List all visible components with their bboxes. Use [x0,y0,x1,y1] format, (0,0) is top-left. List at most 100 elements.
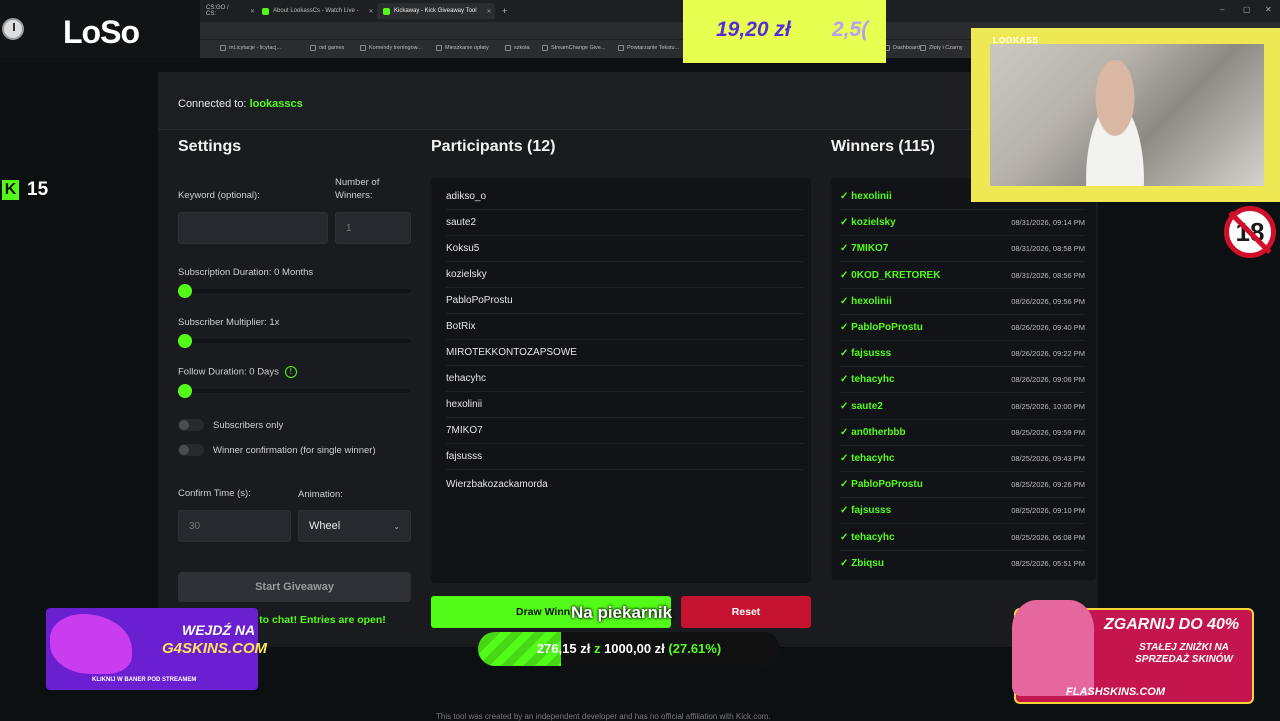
winner-row: ✓ PabloPoProstu 08/25/2026, 09:26 PM [840,472,1085,499]
subscriber-multiplier-label: Subscriber Multiplier: 1x [178,317,280,328]
winners-title: Winners (115) [831,138,935,155]
winner-date: 08/25/2026, 05:51 PM [1011,559,1085,569]
winner-date: 08/26/2026, 09:56 PM [1011,296,1085,306]
participant-row: adikso_o [446,184,804,210]
close-icon[interactable]: ✕ [250,8,255,15]
winner-row: ✓ tehacyhc 08/25/2026, 09:43 PM [840,446,1085,472]
winner-row: ✓ 7MIKO7 08/31/2026, 08:58 PM [840,236,1085,263]
winner-name: ✓ kozielsky [840,217,896,229]
winner-row: ✓ saute2 08/25/2026, 10:00 PM [840,394,1085,420]
connection-status: Connected to: lookasscs [178,98,303,110]
bookmark-item[interactable]: Powtarzanie Tekstu... [618,45,679,51]
settings-title: Settings [178,138,242,155]
confirm-time-input[interactable]: 30 [178,510,291,542]
winner-name: ✓ Zbiqsu [840,558,884,570]
winner-confirmation-label: Winner confirmation (for single winner) [213,445,376,456]
donation-goal-text: 276,15 zł z 1000,00 zł (27.61%) [536,641,722,656]
winner-name: ✓ hexolinii [840,191,892,202]
viewer-counter: K 15 [2,179,48,201]
tab-kickaway[interactable]: Kickaway - Kick Giveaway Tool ✕ [377,3,495,19]
winner-date: 08/25/2026, 09:59 PM [1011,427,1085,437]
winners-count-label: Number of [335,177,380,188]
keyword-label: Keyword (optional): [178,190,260,201]
winner-date: 08/31/2026, 08:58 PM [1011,244,1085,254]
follow-duration-slider[interactable] [178,384,410,398]
bookmark-item[interactable]: mLicytacje - licytacj... [220,45,281,51]
winner-row: ✓ fajsusss 08/25/2026, 09:10 PM [840,498,1085,525]
subscribers-only-label: Subscribers only [213,420,284,431]
minimize-icon[interactable]: – [1220,5,1224,14]
maximize-icon[interactable]: ▢ [1243,5,1251,14]
slider-handle[interactable] [178,334,192,348]
banner-line-2: G4SKINS.COM [162,640,268,657]
winner-name: ✓ 7MIKO7 [840,243,889,255]
winners-count-input[interactable]: 1 [335,212,411,244]
reset-button[interactable]: Reset [681,596,811,628]
tab-csgo[interactable]: CS:GO / CS: ✕ [200,3,255,19]
banner-line-1: ZGARNIJ DO 40% [1104,616,1240,633]
subscriber-multiplier-slider[interactable] [178,334,410,348]
winners-count-label-2: Winners: [335,190,373,201]
kick-favicon-icon [262,7,269,15]
winner-name: ✓ tehacyhc [840,531,895,543]
banner-line-1: WEJDŹ NA [182,622,256,638]
close-window-icon[interactable]: ✕ [1265,5,1272,14]
bookmark-item[interactable]: Komendy treningow... [360,45,422,51]
participant-row: fajsusss [446,444,804,470]
slider-handle[interactable] [178,384,192,398]
start-giveaway-button[interactable]: Start Giveaway [178,572,411,602]
winner-row: ✓ tehacyhc 08/26/2026, 09:06 PM [840,367,1085,394]
folder-icon [505,45,511,51]
bookmark-item[interactable]: StreamChange Give... [542,45,605,51]
folder-icon [618,45,624,51]
keyword-input[interactable] [178,212,328,244]
banner-line-3: KLIKNIJ W BANER POD STREAMEM [92,677,197,683]
folder-icon [220,45,226,51]
winner-name: ✓ PabloPoProstu [840,322,923,333]
winner-name: ✓ saute2 [840,400,883,412]
participant-row: PabloPoProstu [446,288,804,314]
folder-icon [920,45,926,51]
subscription-duration-slider[interactable] [178,284,410,298]
winner-name: ✓ tehacyhc [840,374,895,386]
winner-date: 08/25/2026, 10:00 PM [1011,401,1085,411]
winner-row: ✓ kozielsky 08/31/2026, 09:14 PM [840,210,1085,237]
close-icon[interactable]: ✕ [368,8,373,15]
banner-line-3: FLASHSKINS.COM [1066,686,1165,698]
bookmark-item[interactable]: oid games [310,45,344,51]
animation-select[interactable]: Wheel ⌄ [298,510,411,542]
winner-name: ✓ fajsusss [840,348,892,360]
bookmark-item[interactable]: Złoty i Czarny [920,45,963,51]
follow-duration-label: Follow Duration: 0 Days! [178,366,297,378]
slider-handle[interactable] [178,284,192,298]
winner-row: ✓ tehacyhc 08/25/2026, 06:08 PM [840,525,1085,551]
folder-icon [360,45,366,51]
bookmark-item[interactable]: szkoła [505,45,530,51]
folder-icon [310,45,316,51]
winner-date: 08/25/2026, 09:43 PM [1011,454,1085,463]
participant-row: saute2 [446,210,804,236]
close-icon[interactable]: ✕ [487,8,492,15]
new-tab-button[interactable]: + [496,3,510,19]
participant-row: Koksu5 [446,236,804,262]
winner-name: ✓ an0therbbb [840,426,906,438]
info-icon[interactable]: ! [284,366,297,378]
participant-row: BotRix [446,314,804,340]
bookmark-item[interactable]: Dashboard [884,45,920,51]
participant-row: kozielsky [446,262,804,288]
participant-row: Wierzbakozackamorda [446,478,548,490]
kick-icon: K [2,180,19,200]
flashskins-banner: ZGARNIJ DO 40% STAŁEJ ZNIŻKI NA SPRZEDAŻ… [1004,600,1256,706]
tab-lookasscs[interactable]: About LookassCs - Watch Live - ✕ [256,3,374,19]
participant-row: hexolinii [446,392,804,418]
winner-row: ✓ an0therbbb 08/25/2026, 09:59 PM [840,420,1085,446]
winner-date: 08/25/2026, 09:10 PM [1011,506,1085,516]
entries-status-message: ed to chat! Entries are open! [244,614,386,626]
winner-name: ✓ tehacyhc [840,453,895,464]
webcam-streamer-name: LOOKASS [993,35,1039,45]
bookmark-item[interactable]: Mieszkanie opłaty [436,45,489,51]
character-image [1012,600,1094,696]
kick-favicon-icon [383,7,390,15]
winner-confirmation-toggle[interactable] [178,444,204,456]
subscribers-only-toggle[interactable] [178,419,204,431]
